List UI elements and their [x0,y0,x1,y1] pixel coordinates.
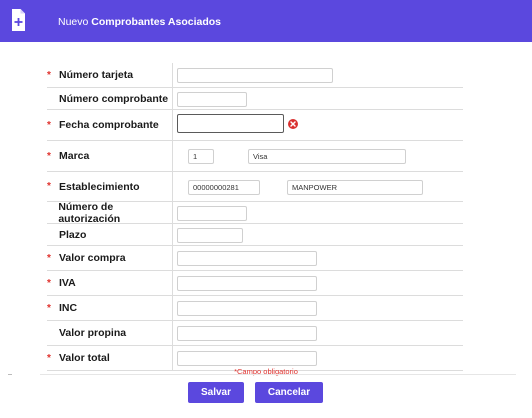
required-marker: * [47,352,51,364]
cancel-button[interactable]: Cancelar [255,382,323,403]
page-title: Nuevo Comprobantes Asociados [58,16,221,28]
marca-code-input[interactable]: 1 [188,149,214,164]
label-fecha-comprobante: Fecha comprobante [59,119,159,131]
row-numero-comprobante: Número comprobante [47,88,463,110]
label-numero-autorizacion: Número de autorización [58,200,121,225]
row-establecimiento: * Establecimiento 00000000281 MANPOWER [47,172,463,202]
row-marca: * Marca 1 Visa [47,141,463,172]
label-numero-tarjeta: Número tarjeta [59,69,134,81]
label-inc: INC [59,302,78,314]
required-marker: * [47,252,51,264]
page-title-main: Comprobantes Asociados [91,16,221,28]
row-valor-propina: Valor propina [47,321,463,346]
label-valor-propina: Valor propina [59,327,127,339]
establecimiento-code-input[interactable]: 00000000281 [188,180,260,195]
save-button[interactable]: Salvar [188,382,244,403]
receipt-form: * Número tarjeta Número comprobante * Fech… [47,63,463,371]
required-marker: * [47,119,51,131]
numero-autorizacion-input[interactable] [177,206,247,221]
row-iva: * IVA [47,271,463,296]
page-title-prefix: Nuevo [58,16,89,28]
valor-total-input[interactable] [177,351,317,366]
row-valor-compra: * Valor compra [47,246,463,271]
marca-name-field: Visa [248,149,406,164]
row-numero-autorizacion: Número de autorización [47,200,463,225]
numero-tarjeta-input[interactable] [177,68,333,83]
required-marker: * [47,150,51,162]
divider-mark [8,374,12,375]
required-marker: * [47,277,51,289]
valor-compra-input[interactable] [177,251,317,266]
label-plazo: Plazo [59,228,87,241]
document-add-icon [12,9,25,31]
row-fecha-comprobante: * Fecha comprobante [47,110,463,141]
numero-comprobante-input[interactable] [177,92,247,107]
iva-input[interactable] [177,276,317,291]
establecimiento-name-field: MANPOWER [287,180,423,195]
clear-error-icon[interactable] [288,119,298,129]
label-numero-comprobante: Número comprobante [59,92,169,105]
required-marker: * [47,69,51,81]
header-bar: Nuevo Comprobantes Asociados [0,0,532,42]
label-valor-compra: Valor compra [59,252,126,264]
row-inc: * INC [47,296,463,321]
label-establecimiento: Establecimiento [59,180,140,193]
label-valor-total: Valor total [59,352,110,364]
required-marker: * [47,181,51,192]
inc-input[interactable] [177,301,317,316]
row-plazo: Plazo [47,224,463,246]
label-marca: Marca [59,150,90,162]
fecha-comprobante-input[interactable] [177,114,284,133]
label-iva: IVA [59,277,76,289]
row-numero-tarjeta: * Número tarjeta [47,63,463,88]
footer-divider [40,374,516,375]
required-marker: * [47,302,51,314]
plazo-input[interactable] [177,228,243,243]
valor-propina-input[interactable] [177,326,317,341]
